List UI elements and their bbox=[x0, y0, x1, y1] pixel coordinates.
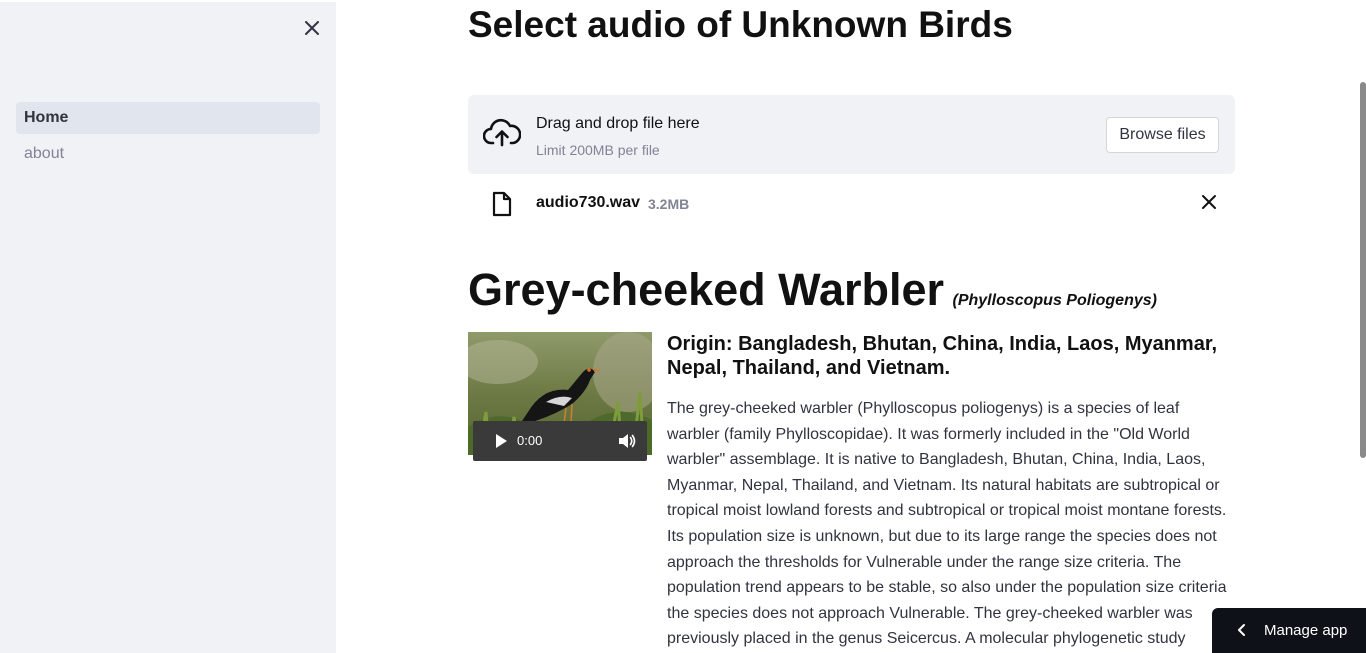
volume-icon[interactable] bbox=[618, 432, 636, 450]
bird-name: Grey-cheeked Warbler bbox=[468, 264, 945, 315]
play-icon[interactable] bbox=[493, 433, 509, 449]
scrollbar[interactable] bbox=[1360, 82, 1366, 458]
file-size: 3.2MB bbox=[648, 196, 690, 212]
audio-time: 0:00 bbox=[517, 433, 543, 448]
bird-description: The grey-cheeked warbler (Phylloscopus p… bbox=[667, 400, 1227, 648]
manage-app-label: Manage app bbox=[1264, 622, 1348, 639]
close-icon[interactable] bbox=[300, 16, 324, 40]
main-content: Select audio of Unknown Birds Drag and d… bbox=[336, 0, 1366, 653]
sidebar: Home about bbox=[0, 0, 336, 653]
sidebar-nav: Home about bbox=[16, 102, 320, 174]
uploaded-file-row: audio730.wav 3.2MB bbox=[468, 186, 1235, 222]
chevron-left-icon bbox=[1236, 622, 1248, 638]
file-icon bbox=[492, 191, 512, 217]
manage-app-button[interactable]: Manage app bbox=[1212, 608, 1366, 653]
page-title: Select audio of Unknown Birds bbox=[468, 4, 1013, 45]
bird-origin: Origin: Bangladesh, Bhutan, China, India… bbox=[667, 333, 1218, 379]
audio-player: 0:00 bbox=[473, 421, 647, 461]
bird-heading: Grey-cheeked Warbler (Phylloscopus Polio… bbox=[468, 264, 1157, 316]
remove-file-icon[interactable] bbox=[1199, 192, 1219, 212]
browse-files-button[interactable]: Browse files bbox=[1106, 117, 1219, 153]
cloud-upload-icon bbox=[482, 117, 522, 149]
sidebar-item-home[interactable]: Home bbox=[16, 102, 320, 134]
dropzone-title: Drag and drop file here bbox=[536, 115, 700, 132]
sidebar-item-about[interactable]: about bbox=[16, 138, 320, 170]
file-name: audio730.wav bbox=[536, 194, 641, 211]
dropzone-limit: Limit 200MB per file bbox=[536, 142, 660, 158]
bird-scientific-name: (Phylloscopus Poliogenys) bbox=[952, 292, 1157, 309]
file-uploader-dropzone[interactable]: Drag and drop file here Limit 200MB per … bbox=[468, 95, 1235, 174]
